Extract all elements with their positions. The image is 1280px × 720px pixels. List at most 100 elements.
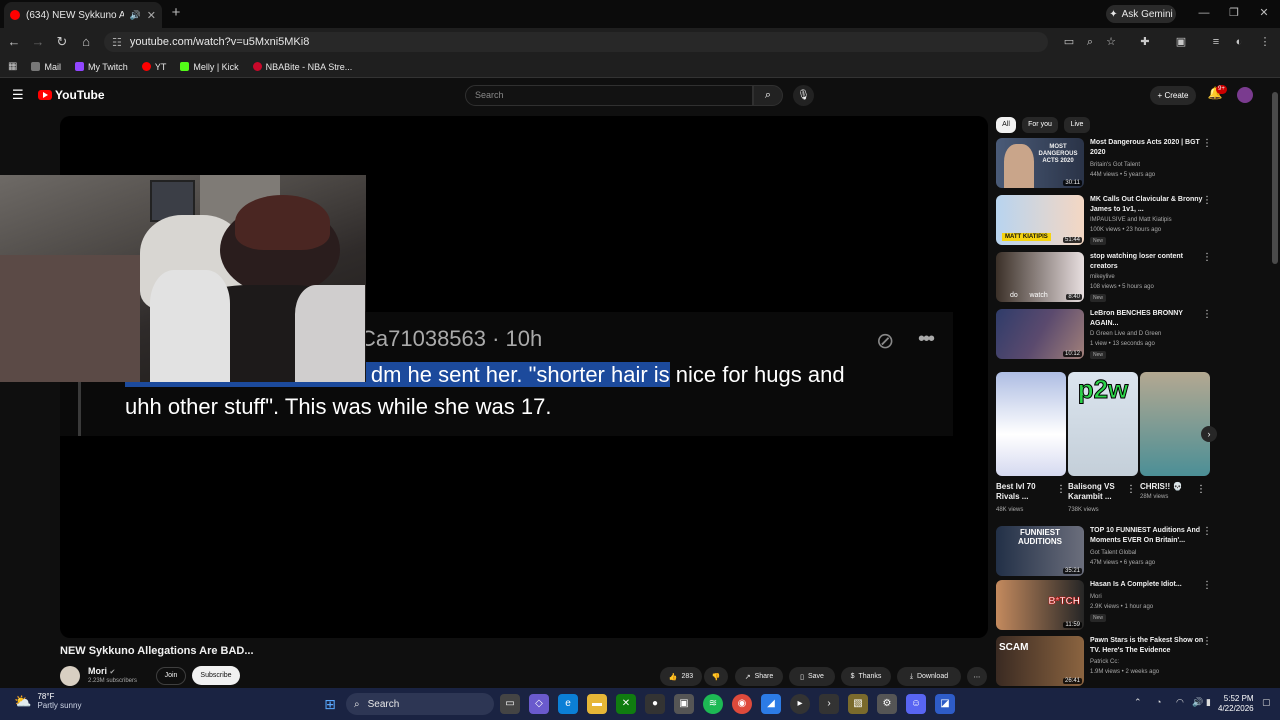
- search-input[interactable]: Search: [465, 85, 753, 106]
- photos-icon[interactable]: ▧: [848, 694, 868, 714]
- scrollbar-thumb[interactable]: [1272, 92, 1278, 264]
- taskbar-search[interactable]: ⌕ Search: [346, 693, 494, 715]
- dislike-button[interactable]: 👎: [704, 667, 728, 686]
- home-icon[interactable]: ⌂: [76, 32, 96, 52]
- weather-widget[interactable]: ⛅ 78°F Partly sunny: [14, 692, 81, 710]
- ask-gemini-button[interactable]: ✦ Ask Gemini: [1106, 5, 1176, 23]
- settings-gear-icon[interactable]: ⚙: [877, 694, 897, 714]
- address-bar[interactable]: ☷ youtube.com/watch?v=u5Mxni5MKi8: [104, 32, 1048, 52]
- volume-icon[interactable]: 🔊: [1192, 697, 1203, 708]
- spotify-icon[interactable]: ≋: [703, 694, 723, 714]
- recommended-video[interactable]: B*TCH 11:59 Hasan Is A Complete Idiot...…: [996, 580, 1266, 632]
- minimize-icon[interactable]: —: [1194, 4, 1214, 22]
- taskbar-clock[interactable]: 5:52 PM 4/22/2026: [1218, 694, 1254, 714]
- speaker-icon[interactable]: 🔊: [130, 10, 141, 21]
- notification-center-icon[interactable]: ▢: [1262, 697, 1271, 708]
- terminal-icon[interactable]: ›: [819, 694, 839, 714]
- voice-search-button[interactable]: 🎙: [793, 85, 814, 106]
- chip-for-you[interactable]: For you: [1022, 117, 1058, 133]
- app-icon[interactable]: ◢: [761, 694, 781, 714]
- bookmark-melly-kick[interactable]: Melly | Kick: [180, 62, 239, 72]
- more-options-icon[interactable]: ⋮: [1202, 195, 1212, 206]
- close-window-icon[interactable]: ✕: [1254, 4, 1274, 22]
- more-actions-button[interactable]: ⋯: [967, 667, 987, 686]
- browser-tab[interactable]: (634) NEW Sykkuno Allegat 🔊 ✕: [4, 2, 162, 28]
- bookmark-star-icon[interactable]: ☆: [1102, 33, 1120, 51]
- recommended-video[interactable]: MATT KIATIPIS 51:44 MK Calls Out Clavicu…: [996, 195, 1266, 247]
- tray-app-icon[interactable]: ◔: [1156, 697, 1161, 707]
- more-options-icon[interactable]: ⋮: [1126, 484, 1136, 495]
- edge-icon[interactable]: e: [558, 694, 578, 714]
- bookmark-yt[interactable]: YT: [141, 62, 166, 72]
- recommended-video[interactable]: FUNNIEST AUDITIONS 35:21 TOP 10 FUNNIEST…: [996, 526, 1266, 578]
- more-options-icon[interactable]: ⋮: [1196, 484, 1206, 495]
- media-player-icon[interactable]: ▸: [790, 694, 810, 714]
- shorts-next-button[interactable]: ›: [1201, 426, 1217, 442]
- cast-icon[interactable]: ▭: [1060, 33, 1078, 51]
- channel-avatar[interactable]: [60, 666, 80, 686]
- youtube-logo[interactable]: YouTube: [38, 88, 105, 102]
- extensions-icon[interactable]: ✚: [1136, 33, 1154, 51]
- download-button[interactable]: ⤓ Download: [897, 667, 961, 686]
- short-title[interactable]: Balisong VS Karambit ...: [1068, 482, 1128, 502]
- back-icon[interactable]: ←: [4, 32, 24, 52]
- recommended-video[interactable]: MOST DANGEROUS ACTS 2020 30:11 Most Dang…: [996, 138, 1266, 190]
- sidepanel-icon[interactable]: ▣: [1172, 33, 1190, 51]
- recommended-video[interactable]: do watch 8:40 stop watching loser conten…: [996, 252, 1266, 304]
- file-explorer-icon[interactable]: ▬: [587, 694, 607, 714]
- recommended-video[interactable]: SCAM 26:41 Pawn Stars is the Fakest Show…: [996, 636, 1266, 686]
- chip-all[interactable]: All: [996, 117, 1016, 133]
- short-title[interactable]: CHRIS!! 💀: [1140, 482, 1200, 492]
- subscribe-button[interactable]: Subscribe: [192, 666, 240, 685]
- create-button[interactable]: + Create: [1150, 86, 1196, 105]
- battery-icon[interactable]: ▮: [1206, 697, 1211, 708]
- close-tab-icon[interactable]: ✕: [147, 9, 156, 22]
- maximize-icon[interactable]: ❐: [1224, 4, 1244, 22]
- more-options-icon[interactable]: ⋮: [1202, 526, 1212, 537]
- more-options-icon[interactable]: ⋮: [1202, 252, 1212, 263]
- site-info-icon[interactable]: ☷: [112, 36, 122, 49]
- windows-start-icon[interactable]: ⊞: [320, 694, 340, 714]
- profile-icon[interactable]: ◐: [1230, 33, 1248, 51]
- like-button[interactable]: 👍 283: [660, 667, 702, 686]
- more-options-icon[interactable]: ⋮: [1202, 580, 1212, 591]
- search-button[interactable]: ⌕: [753, 85, 783, 106]
- wifi-icon[interactable]: ◠: [1176, 697, 1184, 708]
- task-view-icon[interactable]: ▭: [500, 694, 520, 714]
- reload-icon[interactable]: ↻: [52, 32, 72, 52]
- store-icon[interactable]: ▣: [674, 694, 694, 714]
- short-thumbnail[interactable]: [996, 372, 1066, 476]
- chip-live[interactable]: Live: [1064, 117, 1090, 133]
- zoom-icon[interactable]: ⌕: [1081, 33, 1099, 51]
- new-tab-button[interactable]: +: [168, 4, 184, 22]
- apps-grid-icon[interactable]: ▦: [8, 61, 17, 72]
- short-title[interactable]: Best lvl 70 Rivals ...: [996, 482, 1056, 502]
- bookmark-my-twitch[interactable]: My Twitch: [74, 62, 128, 72]
- thanks-button[interactable]: $ Thanks: [841, 667, 891, 686]
- short-thumbnail[interactable]: p2w: [1068, 372, 1138, 476]
- more-options-icon[interactable]: ⋮: [1056, 484, 1066, 495]
- media-icon[interactable]: ≡: [1207, 33, 1225, 51]
- forward-icon[interactable]: →: [28, 32, 48, 52]
- discord-icon[interactable]: ☺: [906, 694, 926, 714]
- bookmark-nbabite[interactable]: NBABite - NBA Stre...: [252, 62, 352, 72]
- short-thumbnail[interactable]: [1140, 372, 1210, 476]
- channel-name[interactable]: Mori ✔: [88, 666, 115, 676]
- account-avatar[interactable]: [1237, 87, 1253, 103]
- more-options-icon[interactable]: ⋮: [1202, 636, 1212, 647]
- bookmark-mail[interactable]: Mail: [31, 62, 61, 72]
- copilot-icon[interactable]: ◇: [529, 694, 549, 714]
- app-icon[interactable]: ◪: [935, 694, 955, 714]
- save-button[interactable]: ▯ Save: [789, 667, 835, 686]
- more-options-icon[interactable]: ⋮: [1202, 309, 1212, 320]
- more-options-icon[interactable]: ⋮: [1202, 138, 1212, 149]
- hamburger-menu-icon[interactable]: ☰: [12, 88, 26, 102]
- recommended-video[interactable]: 10:12 LeBron BENCHES BRONNY AGAIN... D G…: [996, 309, 1266, 361]
- kebab-menu-icon[interactable]: ⋮: [1256, 33, 1274, 51]
- share-button[interactable]: ↗ Share: [735, 667, 783, 686]
- github-icon[interactable]: ●: [645, 694, 665, 714]
- xbox-icon[interactable]: ✕: [616, 694, 636, 714]
- chevron-up-icon[interactable]: ⌃: [1134, 697, 1142, 708]
- join-button[interactable]: Join: [156, 667, 186, 685]
- chrome-icon[interactable]: ◉: [732, 694, 752, 714]
